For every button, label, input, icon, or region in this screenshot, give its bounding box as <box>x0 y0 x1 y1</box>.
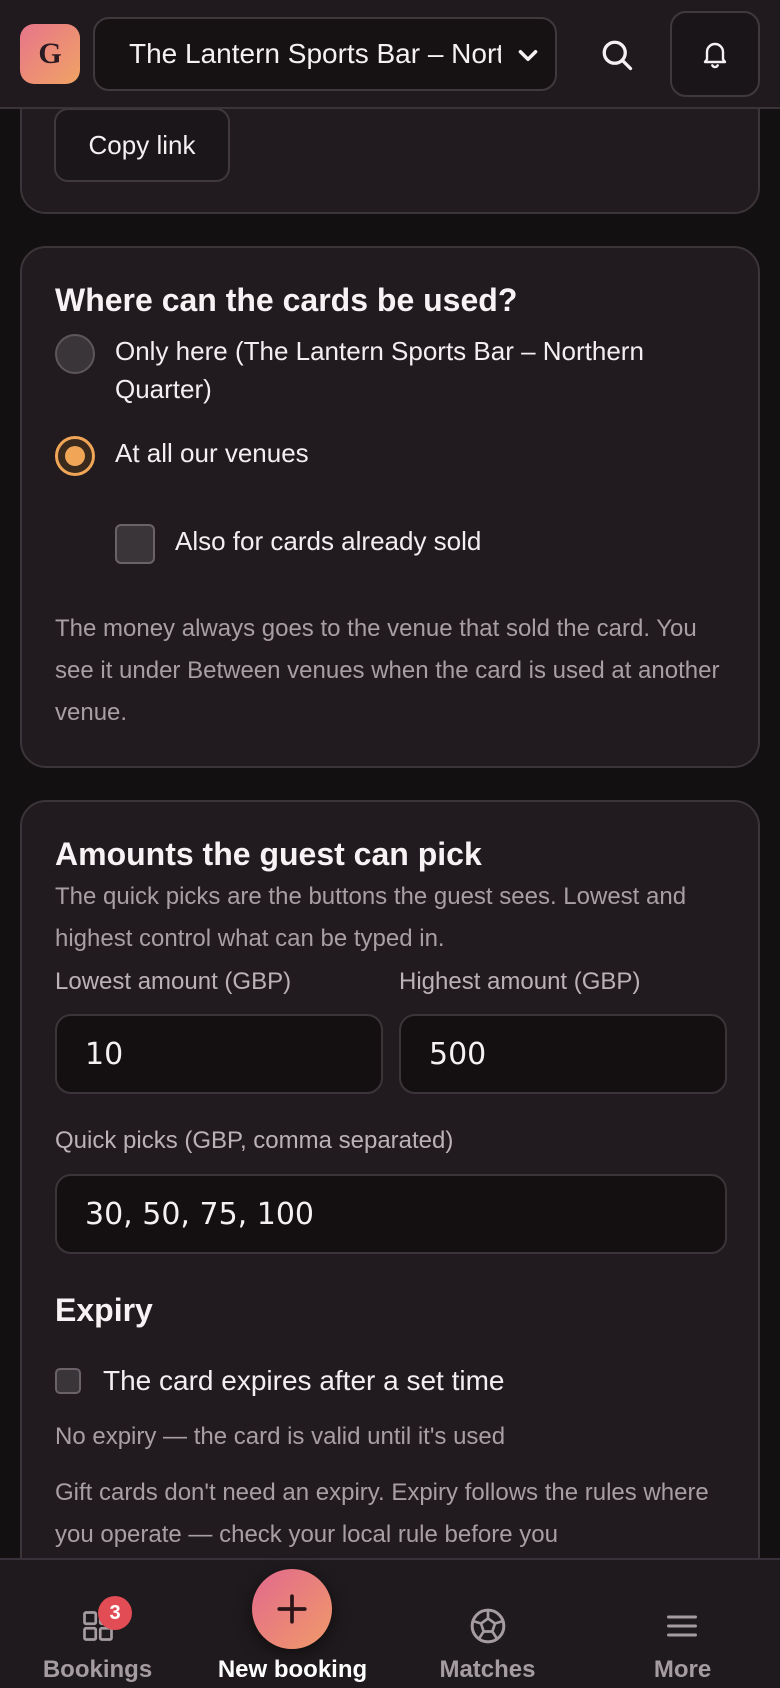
search-icon <box>602 40 633 71</box>
venue-select[interactable]: The Lantern Sports Bar – Northern Quarte… <box>93 17 557 91</box>
highest-amount-input[interactable]: 500 <box>399 1014 727 1094</box>
also-sold-checkbox[interactable] <box>115 524 155 564</box>
nav-matches-label: Matches <box>439 1656 536 1683</box>
expires-label[interactable]: The card expires after a set time <box>103 1362 723 1400</box>
amounts-card: Amounts the guest can pick The quick pic… <box>20 800 760 1688</box>
top-bar: G The Lantern Sports Bar – Northern Quar… <box>0 0 780 109</box>
radio-only-here-label[interactable]: Only here (The Lantern Sports Bar – Nort… <box>115 332 715 408</box>
quick-picks-input[interactable]: 30, 50, 75, 100 <box>55 1174 727 1254</box>
nav-more-label: More <box>653 1656 712 1683</box>
chevron-down-icon <box>518 50 538 62</box>
nav-new-booking-label: New booking <box>217 1656 368 1683</box>
usage-card: Where can the cards be used? Only here (… <box>20 246 760 768</box>
amounts-description: The quick picks are the buttons the gues… <box>55 883 687 952</box>
nav-more[interactable]: More <box>585 1560 780 1688</box>
bookings-badge: 3 <box>98 1596 132 1630</box>
menu-icon <box>667 1615 697 1637</box>
also-sold-label[interactable]: Also for cards already sold <box>175 522 715 560</box>
nav-bookings-label: Bookings <box>42 1656 153 1683</box>
nav-matches[interactable]: Matches <box>390 1560 585 1688</box>
bottom-nav: 3 Bookings New booking Matches More <box>0 1558 780 1688</box>
expires-checkbox[interactable] <box>55 1368 81 1394</box>
highest-amount-label: Highest amount (GBP) <box>399 968 641 995</box>
expiry-title: Expiry <box>55 1292 153 1328</box>
usage-note: The money always goes to the venue that … <box>55 615 720 726</box>
copy-link-button[interactable]: Copy link <box>54 108 230 182</box>
lowest-amount-input[interactable]: 10 <box>55 1014 383 1094</box>
amounts-title: Amounts the guest can pick <box>55 836 482 872</box>
radio-all-venues-label[interactable]: At all our venues <box>115 434 715 472</box>
lowest-amount-label: Lowest amount (GBP) <box>55 968 292 995</box>
expiry-status: No expiry — the card is valid until it's… <box>55 1423 506 1450</box>
plus-icon <box>277 1594 307 1624</box>
page: G The Lantern Sports Bar – Northern Quar… <box>0 0 780 1688</box>
football-icon <box>470 1608 506 1644</box>
quick-picks-label: Quick picks (GBP, comma separated) <box>55 1127 454 1154</box>
new-booking-button[interactable] <box>252 1569 332 1649</box>
venue-select-value: The Lantern Sports Bar – Northern Quarte… <box>129 38 501 69</box>
search-button[interactable] <box>592 30 642 80</box>
nav-bookings[interactable]: 3 Bookings <box>0 1560 195 1688</box>
radio-all-venues[interactable] <box>55 436 95 476</box>
notifications-button[interactable] <box>670 11 760 97</box>
app-logo[interactable]: G <box>20 24 80 84</box>
radio-only-here[interactable] <box>55 334 95 374</box>
usage-title: Where can the cards be used? <box>55 282 518 318</box>
expiry-note: Gift cards don't need an expiry. Expiry … <box>55 1479 709 1548</box>
bell-icon <box>703 42 727 69</box>
